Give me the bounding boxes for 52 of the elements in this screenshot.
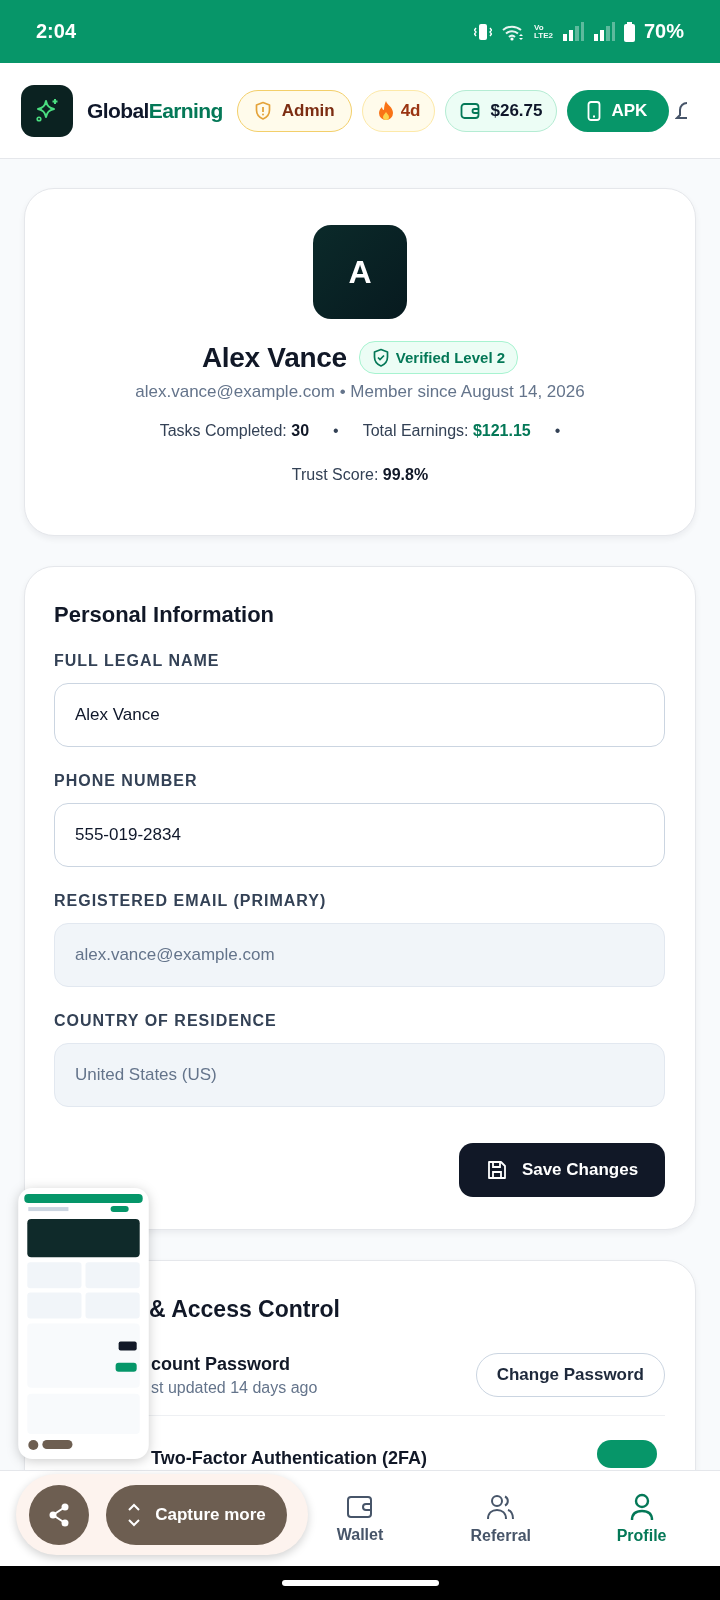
nav-tab[interactable]: Wallet bbox=[330, 1471, 390, 1567]
user-icon bbox=[628, 1493, 655, 1521]
verified-badge: Verified Level 2 bbox=[358, 341, 519, 374]
admin-chip[interactable]: Admin bbox=[236, 89, 352, 132]
balance-chip[interactable]: $26.75 bbox=[445, 89, 558, 132]
battery-icon bbox=[623, 21, 635, 42]
avatar: A bbox=[313, 225, 407, 319]
section-title: & Access Control bbox=[148, 1295, 341, 1323]
nav-tab[interactable]: Profile bbox=[610, 1471, 673, 1567]
expand-vertical-icon bbox=[127, 1501, 142, 1528]
change-password-button[interactable]: Change Password bbox=[475, 1353, 665, 1397]
setting-title: count Password bbox=[151, 1353, 292, 1375]
field-label: REGISTERED EMAIL (PRIMARY) bbox=[54, 891, 328, 911]
field-label: COUNTRY OF RESIDENCE bbox=[54, 1011, 278, 1031]
capture-more-button[interactable]: Capture more bbox=[106, 1484, 287, 1545]
app-logo[interactable] bbox=[21, 84, 73, 137]
network-label: Vo LTE2 bbox=[534, 23, 553, 40]
user-name: Alex Vance bbox=[201, 341, 347, 374]
input-field[interactable]: Alex Vance bbox=[54, 683, 665, 747]
flame-icon bbox=[376, 99, 395, 122]
input-field[interactable]: 555-019-2834 bbox=[54, 803, 665, 867]
share-icon bbox=[47, 1501, 71, 1528]
status-time: 2:04 bbox=[36, 20, 77, 43]
save-icon bbox=[485, 1159, 508, 1181]
account-meta: alex.vance@example.com • Member since August 14, 2026 bbox=[135, 382, 585, 402]
stat-text: Trust Score: 99.8% bbox=[291, 466, 429, 484]
section-title: Personal Information bbox=[54, 601, 276, 629]
screenshot-thumbnail[interactable] bbox=[18, 1188, 149, 1459]
separator-dot: • bbox=[333, 422, 339, 440]
shield-alert-icon bbox=[253, 100, 272, 121]
field-label: FULL LEGAL NAME bbox=[54, 651, 221, 671]
streak-chip[interactable]: 4d bbox=[361, 89, 436, 132]
save-button[interactable]: Save Changes bbox=[459, 1143, 665, 1197]
phone-icon bbox=[587, 100, 602, 121]
users-icon bbox=[485, 1493, 516, 1521]
setting-subtitle: st updated 14 days ago bbox=[151, 1378, 318, 1397]
separator-dot: • bbox=[554, 422, 561, 440]
signal-icon bbox=[592, 21, 615, 42]
battery-level: 70% bbox=[643, 20, 684, 43]
wallet-icon bbox=[346, 1494, 374, 1520]
nav-tab[interactable]: Referral bbox=[464, 1471, 538, 1567]
setting-title: Two-Factor Authentication (2FA) bbox=[151, 1448, 427, 1468]
signal-icon bbox=[561, 21, 584, 42]
stat-text: Tasks Completed: 30 bbox=[159, 422, 310, 440]
apk-button[interactable]: APK bbox=[567, 89, 670, 132]
toggle-switch[interactable] bbox=[597, 1440, 657, 1468]
stat-text: Total Earnings: $121.15 bbox=[362, 422, 531, 440]
vibrate-icon bbox=[474, 21, 492, 42]
field-label: PHONE NUMBER bbox=[54, 771, 199, 791]
brand-name: GlobalEarning bbox=[87, 98, 223, 123]
share-button[interactable] bbox=[29, 1484, 89, 1545]
wallet-icon bbox=[460, 101, 481, 120]
